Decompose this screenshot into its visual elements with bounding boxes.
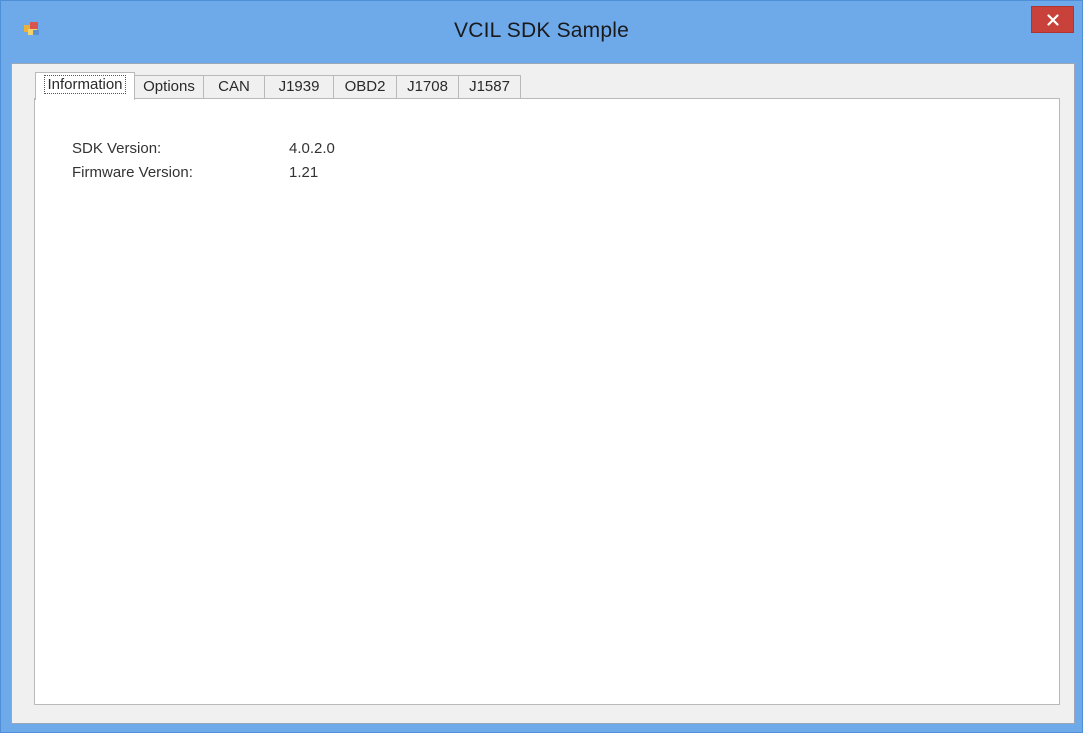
sdk-version-label: SDK Version: xyxy=(72,140,162,157)
sdk-version-value: 4.0.2.0 xyxy=(289,140,335,157)
tab-label: OBD2 xyxy=(344,78,386,95)
window-title: VCIL SDK Sample xyxy=(454,19,629,42)
tab-can[interactable]: CAN xyxy=(203,75,265,99)
tab-j1708[interactable]: J1708 xyxy=(396,75,459,99)
close-icon xyxy=(1047,14,1059,26)
tab-label: J1587 xyxy=(469,78,510,95)
information-panel: SDK Version: 4.0.2.0 Firmware Version: 1… xyxy=(34,98,1060,705)
firmware-version-value: 1.21 xyxy=(289,164,319,181)
tab-information[interactable]: Information xyxy=(35,72,135,100)
tab-j1587[interactable]: J1587 xyxy=(458,75,521,99)
tab-label: J1708 xyxy=(407,78,448,95)
tab-options[interactable]: Options xyxy=(134,75,204,99)
tab-obd2[interactable]: OBD2 xyxy=(333,75,397,99)
client-area: Information Options CAN J1939 OBD2 J1708… xyxy=(11,63,1075,724)
tab-label: CAN xyxy=(218,78,250,95)
tab-label: J1939 xyxy=(278,78,320,95)
firmware-version-label: Firmware Version: xyxy=(72,164,193,181)
tab-label: Information xyxy=(44,75,126,94)
app-window: VCIL SDK Sample Information Options CAN … xyxy=(0,0,1083,733)
close-button[interactable] xyxy=(1031,6,1074,33)
tab-label: Options xyxy=(143,78,195,95)
tab-j1939[interactable]: J1939 xyxy=(264,75,334,99)
title-bar[interactable]: VCIL SDK Sample xyxy=(1,1,1082,63)
